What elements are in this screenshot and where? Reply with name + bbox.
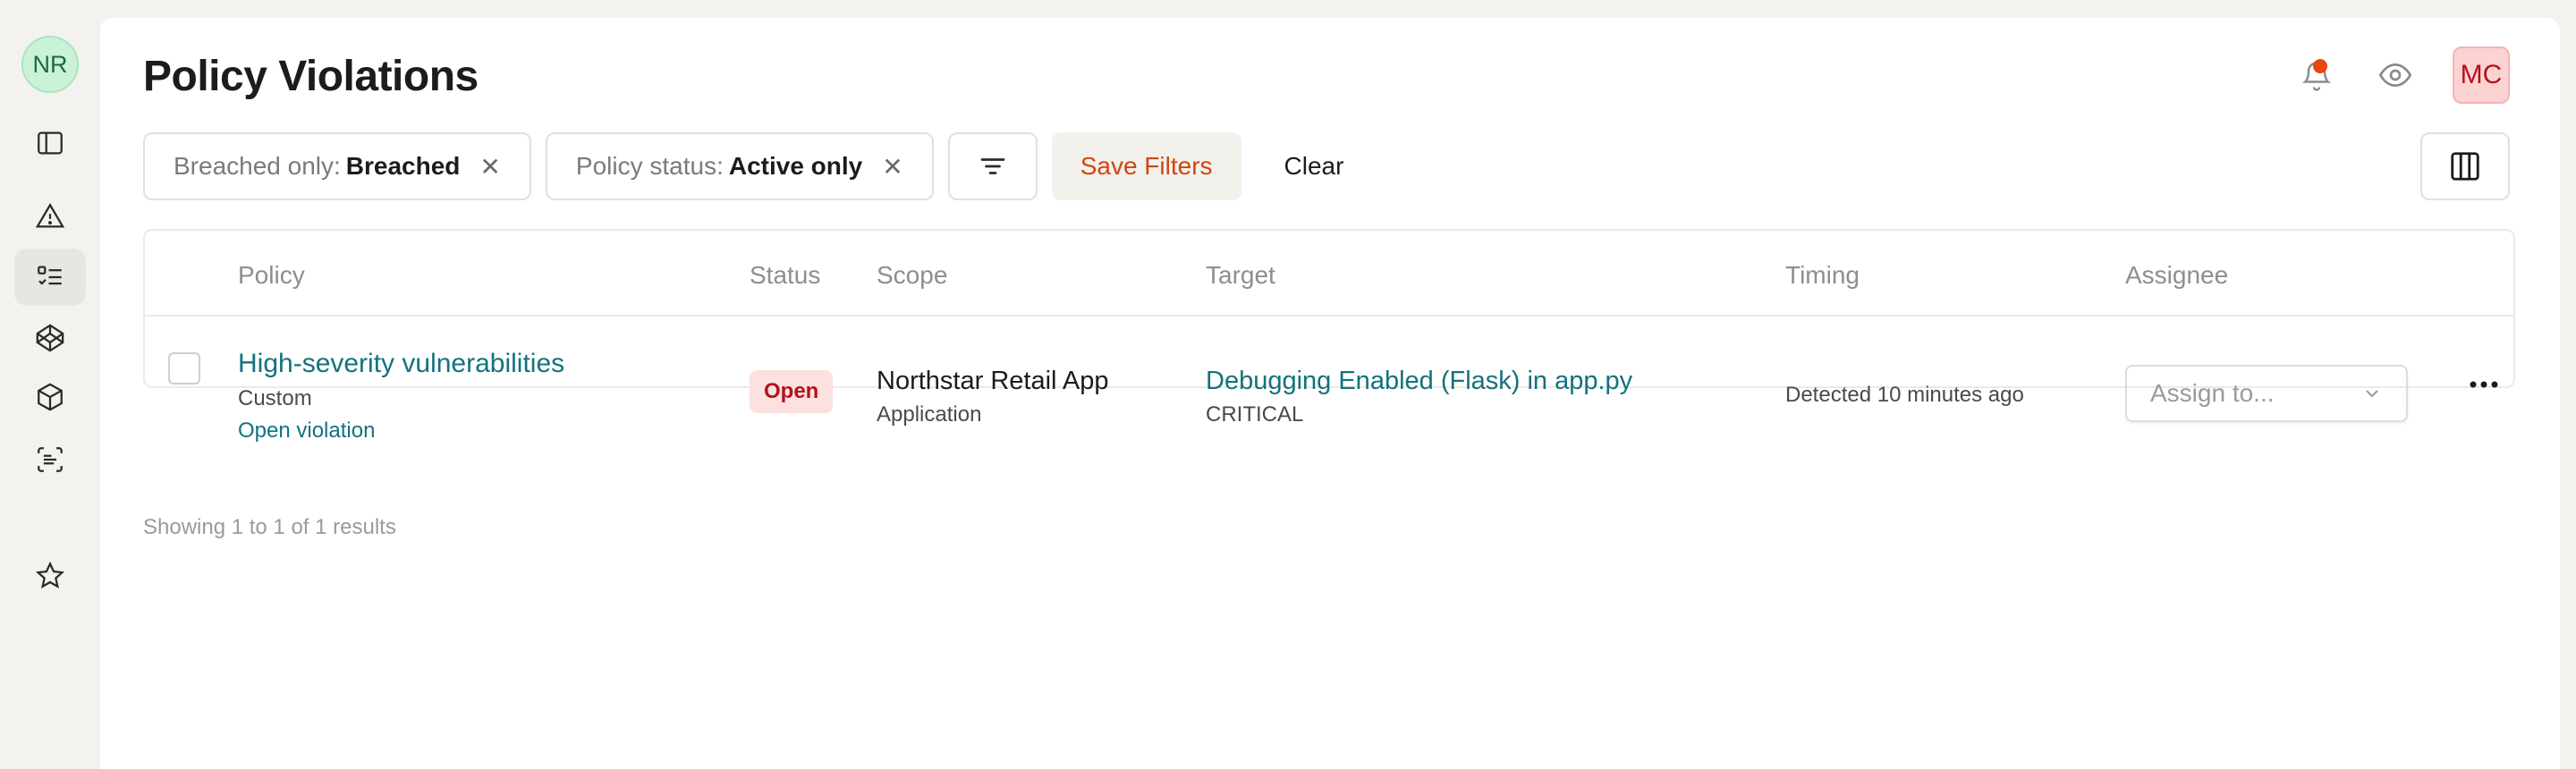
header-actions: MC <box>2295 46 2510 104</box>
user-avatar[interactable]: MC <box>2453 46 2510 104</box>
filter-bar: Breached only: Breached ✕ Policy status:… <box>143 132 1372 200</box>
checklist-icon <box>38 266 62 285</box>
table-header: Policy Status Scope Target Timing Assign… <box>145 231 2513 317</box>
column-header-policy[interactable]: Policy <box>238 261 305 290</box>
assignee-select[interactable]: Assign to... <box>2125 365 2408 422</box>
notification-dot <box>2313 59 2327 73</box>
column-header-timing[interactable]: Timing <box>1785 261 1860 290</box>
scope-type: Application <box>877 402 982 427</box>
filter-chip-policy-status[interactable]: Policy status: Active only ✕ <box>545 132 934 200</box>
workspace-avatar[interactable]: NR <box>21 36 79 93</box>
scope-name: Northstar Retail App <box>877 367 1109 395</box>
target-link[interactable]: Debugging Enabled (Flask) in app.py <box>1206 367 1632 396</box>
filter-chip-key: Breached only: <box>174 152 341 180</box>
notifications-button[interactable] <box>2295 54 2338 97</box>
codepen-icon[interactable] <box>14 309 86 367</box>
column-header-target[interactable]: Target <box>1206 261 1275 290</box>
row-checkbox[interactable] <box>168 352 200 384</box>
results-summary: Showing 1 to 1 of 1 results <box>143 515 396 539</box>
open-violation-link[interactable]: Open violation <box>238 418 375 444</box>
close-icon[interactable]: ✕ <box>479 152 500 182</box>
policy-name-link[interactable]: High-severity vulnerabilities <box>238 349 564 379</box>
filter-chip-key: Policy status: <box>575 152 724 180</box>
star-icon[interactable] <box>14 547 86 604</box>
assignee-placeholder: Assign to... <box>2150 379 2275 407</box>
row-actions-button[interactable] <box>2462 367 2506 402</box>
sidebar-item-policy-violations[interactable] <box>14 249 86 306</box>
columns-button[interactable] <box>2420 132 2510 200</box>
page-title: Policy Violations <box>143 53 479 100</box>
save-filters-button[interactable]: Save Filters <box>1051 132 1241 200</box>
chevron-down-icon <box>2366 390 2378 398</box>
policy-type: Custom <box>238 386 312 410</box>
package-icon[interactable] <box>14 368 86 426</box>
column-header-assignee[interactable]: Assignee <box>2125 261 2228 290</box>
filter-chip-value: Active only <box>728 152 863 180</box>
clear-filters-button[interactable]: Clear <box>1256 132 1373 200</box>
more-horizontal-icon <box>2470 381 2498 388</box>
close-icon[interactable]: ✕ <box>882 152 902 182</box>
violations-table: Policy Status Scope Target Timing Assign… <box>143 229 2515 443</box>
filter-chip-value: Breached <box>345 152 461 180</box>
filter-lines-icon <box>980 158 1005 174</box>
status-badge: Open <box>750 370 834 413</box>
column-header-status[interactable]: Status <box>750 261 820 290</box>
alert-triangle-icon[interactable] <box>14 188 86 245</box>
timing-text: Detected 10 minutes ago <box>1785 383 2024 407</box>
scan-text-icon[interactable] <box>14 431 86 488</box>
sidebar: NR <box>0 0 100 769</box>
eye-icon[interactable] <box>2374 54 2417 97</box>
sidebar-toggle-icon[interactable] <box>14 114 86 172</box>
filter-chip-breached[interactable]: Breached only: Breached ✕ <box>143 132 531 200</box>
columns-icon <box>2451 152 2479 181</box>
target-severity: CRITICAL <box>1206 402 1304 427</box>
main-panel: Policy Violations MC Breached only: Brea… <box>100 18 2560 769</box>
filter-options-button[interactable] <box>947 132 1038 200</box>
column-header-scope[interactable]: Scope <box>877 261 947 290</box>
